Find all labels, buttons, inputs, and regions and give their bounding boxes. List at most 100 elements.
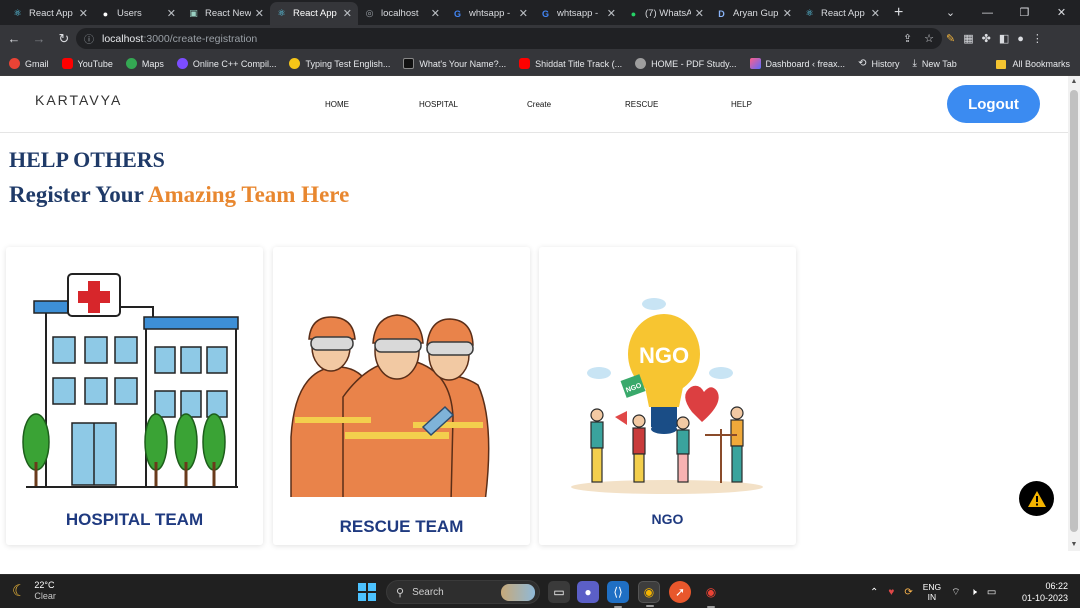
lightning-icon xyxy=(176,58,188,69)
bookmark-history[interactable]: ⟲ History xyxy=(858,58,899,69)
browser-tab[interactable]: Gwhtsapp - ✕ xyxy=(534,2,622,25)
tray-sync-icon[interactable]: ⟳ xyxy=(904,587,912,598)
vscode-icon[interactable]: ⟨⟩ xyxy=(607,581,629,608)
github-icon: ● xyxy=(102,8,109,19)
close-tab-icon[interactable]: ✕ xyxy=(79,7,88,20)
taskbar-search[interactable]: ⚲ Search xyxy=(386,580,540,604)
tray-app-icon[interactable]: ♥ xyxy=(888,587,894,598)
whatsapp-icon: ● xyxy=(630,8,637,19)
browser-tab[interactable]: ◎ localhost ✕ xyxy=(358,2,446,25)
nav-home[interactable]: HOME xyxy=(325,100,349,109)
task-view-icon[interactable]: ▭ xyxy=(548,581,570,603)
all-bookmarks[interactable]: All Bookmarks xyxy=(996,52,1070,76)
chrome-icon[interactable]: ◉ xyxy=(638,581,660,607)
system-tray: ⌃ ♥ ⟳ ENG IN ⌔ 🕨 ▭ xyxy=(870,575,996,608)
address-bar[interactable]: ⓘ localhost:3000/create-registration ⇪ ☆ xyxy=(76,28,942,49)
window-controls: ⌄ — ❐ ✕ xyxy=(932,0,1080,25)
logout-button[interactable]: Logout xyxy=(947,85,1040,123)
bookmark-gmail[interactable]: Gmail xyxy=(9,58,49,69)
extensions-area: ✎ ▦ ✤ ◧ ● ⋮ xyxy=(942,25,1043,52)
nav-hospital[interactable]: HOSPITAL xyxy=(419,100,458,109)
browser-tab[interactable]: ● (7) WhatsA ✕ xyxy=(622,2,710,25)
puzzle-extensions-icon[interactable]: ✤ xyxy=(982,32,991,45)
language-indicator[interactable]: ENG IN xyxy=(923,582,941,602)
back-arrow-icon[interactable]: ← xyxy=(3,31,25,46)
browser-tab[interactable]: ⚛ React App ✕ xyxy=(798,2,886,25)
new-tab-plus-icon[interactable]: + xyxy=(886,4,911,25)
browser-tab[interactable]: ▣ React New ✕ xyxy=(182,2,270,25)
browser-tab[interactable]: D Aryan Gup ✕ xyxy=(710,2,798,25)
rescue-team-card[interactable]: RESCUE TEAM xyxy=(273,247,530,545)
bookmark-shiddat[interactable]: Shiddat Title Track (... xyxy=(519,58,622,69)
url-path: :3000/create-registration xyxy=(143,32,258,45)
nav-help[interactable]: HELP xyxy=(731,100,752,109)
tab-search-chevron-icon[interactable]: ⌄ xyxy=(932,6,969,19)
history-clock-icon: ⟲ xyxy=(858,58,867,69)
hospital-team-card[interactable]: HOSPITAL TEAM xyxy=(6,247,263,545)
youtube-icon xyxy=(61,58,73,69)
pen-extension-icon[interactable]: ✎ xyxy=(946,32,955,45)
url-host: localhost xyxy=(102,32,144,45)
forward-arrow-icon[interactable]: → xyxy=(28,31,50,46)
scroll-down-arrow-icon[interactable]: ▼ xyxy=(1068,539,1080,551)
close-tab-icon[interactable]: ✕ xyxy=(431,7,440,20)
close-window-icon[interactable]: ✕ xyxy=(1043,6,1080,19)
bookmark-online-cpp[interactable]: Online C++ Compil... xyxy=(176,58,276,69)
extension-icon[interactable]: ▦ xyxy=(963,32,973,45)
google-icon: G xyxy=(453,8,461,19)
bookmark-pdf-study[interactable]: HOME - PDF Study... xyxy=(635,58,737,69)
restore-icon[interactable]: ❐ xyxy=(1006,6,1043,19)
bookmark-new-tab[interactable]: ⤓ New Tab xyxy=(912,58,956,69)
chrome-profile-icon[interactable]: ◉ xyxy=(700,581,722,608)
windows-start-icon[interactable] xyxy=(358,583,376,601)
search-highlight-image xyxy=(501,584,535,601)
scrollbar-thumb[interactable] xyxy=(1070,90,1078,532)
bookmark-typing-test[interactable]: Typing Test English... xyxy=(289,58,390,69)
react-icon: ⚛ xyxy=(13,8,22,18)
side-panel-icon[interactable]: ◧ xyxy=(999,32,1009,45)
nav-create[interactable]: Create xyxy=(527,100,551,109)
bookmark-whats-your-name[interactable]: What's Your Name?... xyxy=(403,58,506,69)
battery-icon[interactable]: ▭ xyxy=(987,587,996,598)
chevron-up-icon[interactable]: ⌃ xyxy=(870,587,878,598)
share-icon[interactable]: ⇪ xyxy=(903,32,912,45)
browser-tab[interactable]: ⚛ React App ✕ xyxy=(6,2,94,25)
warning-fab-button[interactable] xyxy=(1019,481,1054,516)
wifi-icon[interactable]: ⌔ xyxy=(951,586,960,599)
taskbar-clock[interactable]: 06:22 01-10-2023 xyxy=(1022,580,1068,604)
close-tab-icon[interactable]: ✕ xyxy=(519,7,528,20)
site-info-icon[interactable]: ⓘ xyxy=(84,31,94,46)
ngo-title: NGO xyxy=(651,511,684,527)
search-icon: ⚲ xyxy=(396,586,405,599)
bookmark-youtube[interactable]: YouTube xyxy=(61,58,113,69)
dashboard-icon xyxy=(749,58,761,69)
speaker-muted-icon[interactable]: 🕨 xyxy=(971,587,977,598)
close-tab-icon[interactable]: ✕ xyxy=(167,7,176,20)
browser-tab[interactable]: ● Users ✕ xyxy=(94,2,182,25)
browser-tab[interactable]: Gwhtsapp - ✕ xyxy=(446,2,534,25)
bookmark-maps[interactable]: Maps xyxy=(125,58,164,69)
close-tab-icon[interactable]: ✕ xyxy=(255,7,264,20)
browser-tab-active[interactable]: ⚛ React App ✕ xyxy=(270,2,358,25)
reload-icon[interactable]: ↻ xyxy=(53,31,75,47)
site-logo[interactable]: KARTAVYA xyxy=(35,92,122,108)
minimize-icon[interactable]: — xyxy=(969,7,1006,19)
bookmark-star-icon[interactable]: ☆ xyxy=(924,32,934,45)
menu-kebab-icon[interactable]: ⋮ xyxy=(1032,32,1043,45)
scroll-up-arrow-icon[interactable]: ▲ xyxy=(1068,76,1080,88)
weather-widget[interactable]: ☾ 22°C Clear xyxy=(12,580,56,602)
page-subheading: Register Your Amazing Team Here xyxy=(9,182,350,207)
page-scrollbar[interactable]: ▲ ▼ xyxy=(1068,76,1080,551)
profile-avatar-icon[interactable]: ● xyxy=(1017,33,1024,45)
ngo-card[interactable]: NGO NGO NGO xyxy=(539,247,796,545)
close-tab-icon[interactable]: ✕ xyxy=(343,7,352,20)
close-tab-icon[interactable]: ✕ xyxy=(695,7,704,20)
close-tab-icon[interactable]: ✕ xyxy=(871,7,880,20)
nav-rescue[interactable]: RESCUE xyxy=(625,100,658,109)
close-tab-icon[interactable]: ✕ xyxy=(783,7,792,20)
postman-icon[interactable]: ➚ xyxy=(669,581,691,603)
react-icon: ⚛ xyxy=(805,8,814,18)
bookmark-dashboard[interactable]: Dashboard ‹ freax... xyxy=(749,58,845,69)
teams-icon[interactable]: ● xyxy=(577,581,599,603)
close-tab-icon[interactable]: ✕ xyxy=(607,7,616,20)
